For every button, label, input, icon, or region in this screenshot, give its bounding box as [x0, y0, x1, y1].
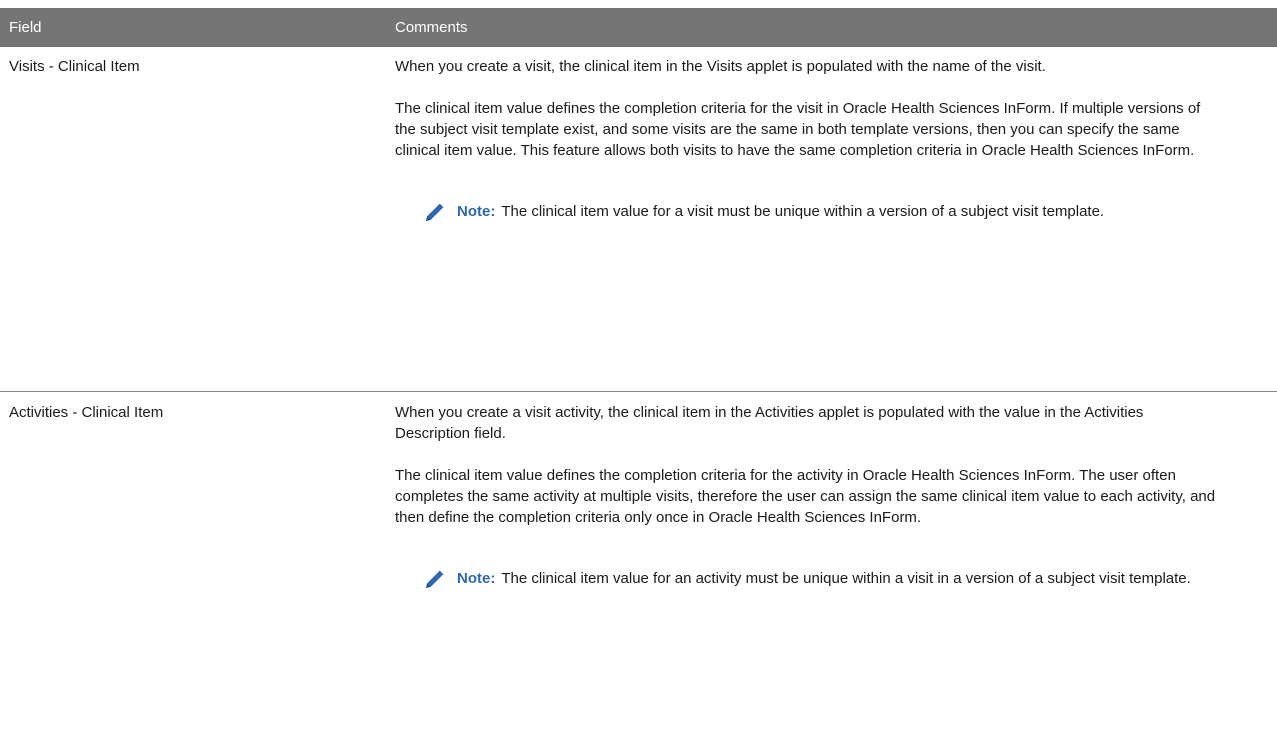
- comment-paragraph: The clinical item value defines the comp…: [395, 467, 1216, 526]
- note-text: Note: The clinical item value for a visit…: [457, 201, 1217, 222]
- note-label: Note:: [457, 203, 496, 220]
- header-comments: Comments: [395, 19, 468, 36]
- field-name: Visits - Clinical Item: [9, 58, 140, 75]
- table-row: Visits - Clinical Item When you create a…: [0, 47, 1277, 392]
- table-header-row: Field Comments: [0, 8, 1277, 47]
- header-field: Field: [9, 19, 42, 36]
- note-callout: Note: The clinical item value for a visit…: [395, 201, 1217, 224]
- comments-cell: When you create a visit activity, the cl…: [395, 392, 1277, 742]
- fields-table: Field Comments Visits - Clinical Item Wh…: [0, 8, 1277, 742]
- pencil-icon: [426, 203, 444, 221]
- comment-paragraph: When you create a visit, the clinical it…: [395, 58, 1046, 75]
- note-label: Note:: [457, 570, 496, 587]
- note-callout: Note: The clinical item value for an acti…: [395, 568, 1217, 591]
- note-body: The clinical item value for a visit must…: [501, 203, 1105, 220]
- comment-paragraph: The clinical item value defines the comp…: [395, 100, 1201, 159]
- note-text: Note: The clinical item value for an acti…: [457, 568, 1217, 589]
- comments-cell: When you create a visit, the clinical it…: [395, 47, 1277, 391]
- comment-paragraph: When you create a visit activity, the cl…: [395, 404, 1144, 442]
- table-row: Activities - Clinical Item When you crea…: [0, 392, 1277, 742]
- note-body: The clinical item value for an activity …: [501, 570, 1191, 587]
- field-name: Activities - Clinical Item: [9, 404, 164, 421]
- pencil-icon: [426, 570, 444, 588]
